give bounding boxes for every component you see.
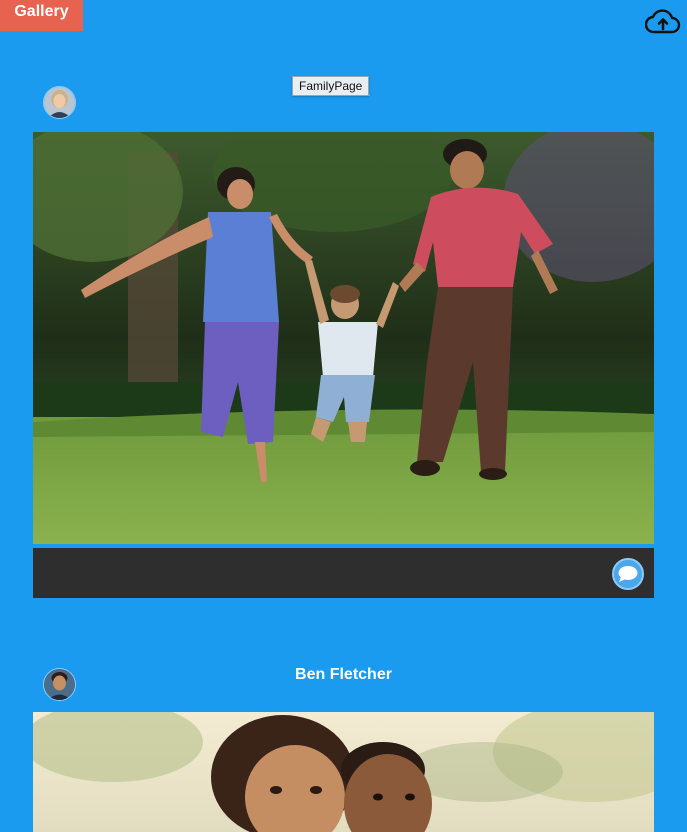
children-photo-image [33, 712, 654, 832]
post-photo[interactable] [33, 132, 654, 544]
gallery-label: Gallery [14, 2, 69, 20]
post-card: Ben Fletcher [33, 666, 654, 832]
tooltip: FamilyPage [292, 76, 370, 96]
post-header: …vella FamilyPage [33, 76, 654, 126]
post-footer [33, 548, 654, 598]
gallery-tab[interactable]: Gallery [0, 0, 83, 31]
tooltip-text: FamilyPage [299, 79, 363, 93]
family-photo-image [33, 132, 654, 544]
cloud-upload-icon[interactable] [644, 8, 681, 36]
speech-bubble-icon[interactable] [612, 558, 644, 590]
post-card: …vella FamilyPage [33, 76, 654, 598]
post-photo[interactable] [33, 712, 654, 832]
author-name[interactable]: Ben Fletcher [33, 666, 654, 684]
post-header: Ben Fletcher [33, 666, 654, 706]
